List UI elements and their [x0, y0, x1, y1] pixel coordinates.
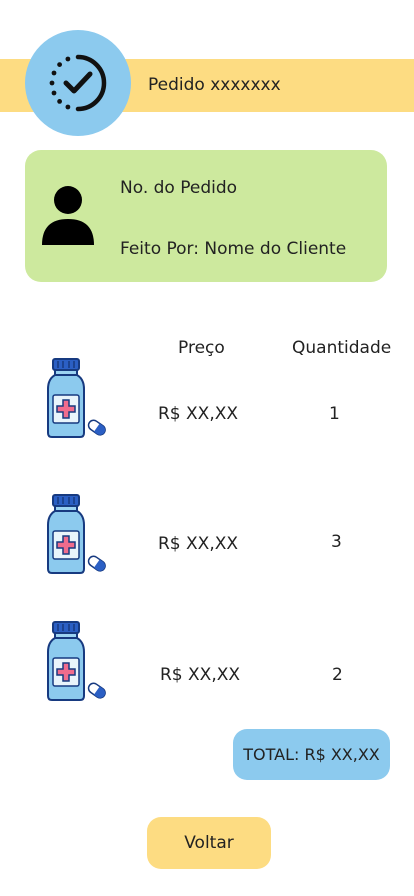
customer-card: No. do Pedido Feito Por: Nome do Cliente	[25, 150, 387, 282]
status-badge	[25, 30, 131, 136]
item-price: R$ XX,XX	[160, 665, 241, 685]
medicine-bottle-icon	[47, 494, 106, 574]
item-quantity: 3	[331, 532, 342, 552]
item-price: R$ XX,XX	[158, 534, 239, 554]
item-price: R$ XX,XX	[158, 404, 239, 424]
user-icon	[42, 186, 94, 245]
medicine-bottle-icon	[47, 621, 106, 701]
order-title: Pedido xxxxxxx	[148, 75, 281, 95]
customer-name-label: Feito Por: Nome do Cliente	[120, 239, 347, 259]
item-quantity: 2	[332, 665, 343, 685]
quantity-column-header: Quantidade	[292, 338, 392, 358]
item-quantity: 1	[329, 404, 340, 424]
back-button[interactable]: Voltar	[147, 817, 271, 869]
total-badge: TOTAL: R$ XX,XX	[233, 729, 390, 780]
check-circle-icon	[49, 54, 107, 112]
price-column-header: Preço	[178, 338, 225, 358]
medicine-bottle-icon	[47, 358, 106, 438]
order-number-label: No. do Pedido	[120, 178, 238, 198]
